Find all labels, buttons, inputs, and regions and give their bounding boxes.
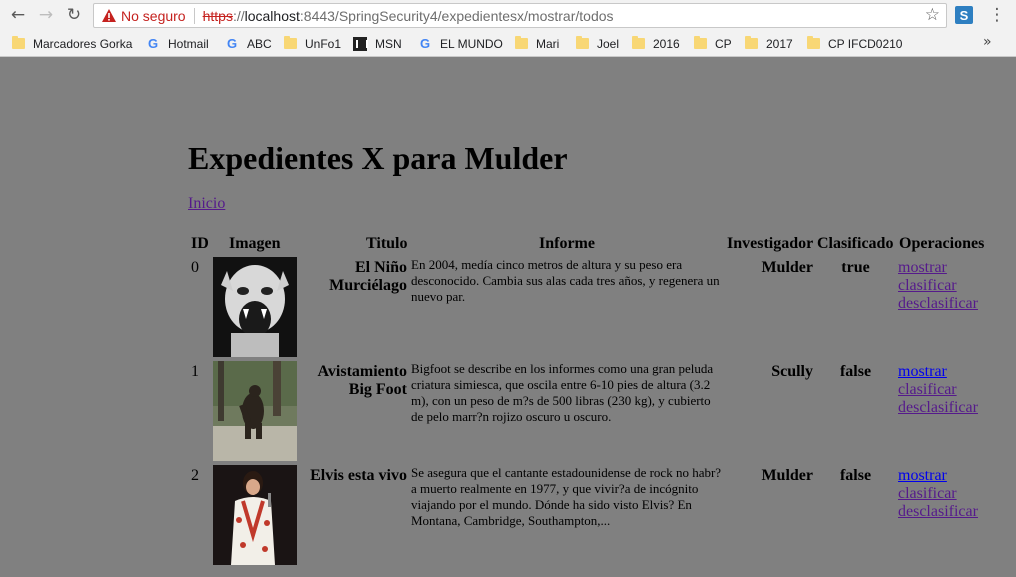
more-bookmarks-icon[interactable]: » [983,34,992,50]
google-icon: G [419,36,431,51]
bookmark-item[interactable]: 2017 [745,35,793,52]
declassify-link[interactable]: desclasificar [898,399,978,417]
folder-icon [576,36,589,49]
url-path: :8443/SpringSecurity4/expedientesx/mostr… [299,7,614,24]
security-label: No seguro [121,7,186,24]
url-text: https://localhost:8443/SpringSecurity4/e… [203,8,614,24]
row-id: 2 [191,467,199,484]
row-report: En 2004, medía cinco metros de altura y … [411,257,720,304]
folder-icon [284,36,297,49]
bookmark-star-icon[interactable]: ☆ [925,5,940,25]
bookmark-item[interactable]: 2016 [632,35,680,52]
address-bar[interactable]: No seguro https://localhost:8443/SpringS… [93,3,947,28]
folder-icon [807,36,820,49]
folder-icon [745,36,758,49]
bookmark-label: EL MUNDO [440,36,503,51]
bookmark-label: ABC [247,36,272,51]
row-report: Se asegura que el cantante estadounidens… [411,465,722,528]
bookmark-label: Hotmail [168,36,209,51]
row-classified: false [839,363,872,380]
elvis-image [213,465,297,565]
bat-boy-image [213,257,297,357]
folder-icon [632,36,645,49]
header-image: Imagen [229,235,281,252]
row-classified: false [839,467,872,484]
classify-link[interactable]: clasificar [898,381,978,399]
row-operations: mostrar clasificar desclasificar [898,363,978,417]
bookmark-item[interactable]: Marcadores Gorka [12,35,132,52]
row-operations: mostrar clasificar desclasificar [898,259,978,313]
declassify-link[interactable]: desclasificar [898,295,978,313]
row-title: Avistamiento Big Foot [317,363,407,398]
google-icon: G [147,36,159,51]
header-operations: Operaciones [899,235,985,252]
bookmark-label: CP IFCD0210 [828,36,903,51]
msn-icon [353,36,368,51]
header-id: ID [191,235,209,252]
google-icon: G [226,36,238,51]
classify-link[interactable]: clasificar [898,277,978,295]
home-link[interactable]: Inicio [188,195,225,213]
row-classified: true [841,259,870,276]
folder-icon [694,36,707,49]
back-arrow-icon[interactable]: ← [7,4,29,26]
header-title: Titulo [366,235,408,252]
bookmark-item[interactable]: Joel [576,35,619,52]
folder-icon [12,36,25,49]
bookmark-item[interactable]: MSN [353,35,402,52]
bookmark-label: Marcadores Gorka [33,36,133,51]
bigfoot-image [213,361,297,461]
row-id: 0 [191,259,199,276]
url-host: localhost [244,7,300,24]
bookmark-label: MSN [375,36,402,51]
row-operations: mostrar clasificar desclasificar [898,467,978,521]
kebab-menu-icon[interactable]: ⋮ [988,5,1006,25]
row-title: Elvis esta vivo [310,467,407,484]
browser-toolbar: ← → ↻ No seguro https://localhost:8443/S… [0,0,1016,30]
row-investigator: Mulder [761,259,813,276]
row-investigator: Scully [771,363,813,380]
header-report: Informe [539,235,595,252]
bookmark-label: 2016 [653,36,680,51]
header-classified: Clasificado [817,235,894,252]
row-id: 1 [191,363,199,380]
bookmark-item[interactable]: UnFo1 [284,35,341,52]
bookmark-item[interactable]: CP [694,35,732,52]
folder-icon [515,36,528,49]
page-title: Expedientes X para Mulder [188,140,568,176]
header-investigator: Investigador [727,235,814,252]
bookmark-label: CP [715,36,732,51]
show-link[interactable]: mostrar [898,467,978,485]
bookmark-item[interactable]: G ABC [225,35,272,52]
row-report: Bigfoot se describe en los informes como… [411,361,714,424]
url-protocol: https [202,7,233,24]
row-title: El Niño Murciélago [329,259,407,294]
bookmark-label: UnFo1 [305,36,342,51]
bookmark-label: 2017 [766,36,793,51]
show-link[interactable]: mostrar [898,363,978,381]
extension-icon[interactable]: S [955,6,973,24]
omnibox-divider [193,7,195,24]
bookmark-item[interactable]: G EL MUNDO [418,35,503,52]
bookmark-label: Mari [536,36,560,51]
classify-link[interactable]: clasificar [898,485,978,503]
bookmark-item[interactable]: G Hotmail [146,35,209,52]
reload-icon[interactable]: ↻ [63,4,85,26]
show-link[interactable]: mostrar [898,259,978,277]
row-investigator: Mulder [761,467,813,484]
bookmark-item[interactable]: CP IFCD0210 [807,35,902,52]
url-separator: :// [232,7,245,24]
declassify-link[interactable]: desclasificar [898,503,978,521]
warning-icon [102,9,116,22]
bookmark-item[interactable]: Mari [515,35,559,52]
bookmarks-bar: Marcadores Gorka G Hotmail G ABC UnFo1 MSN… [0,30,1016,57]
bookmark-label: Joel [597,36,620,51]
forward-arrow-icon[interactable]: → [35,4,57,26]
